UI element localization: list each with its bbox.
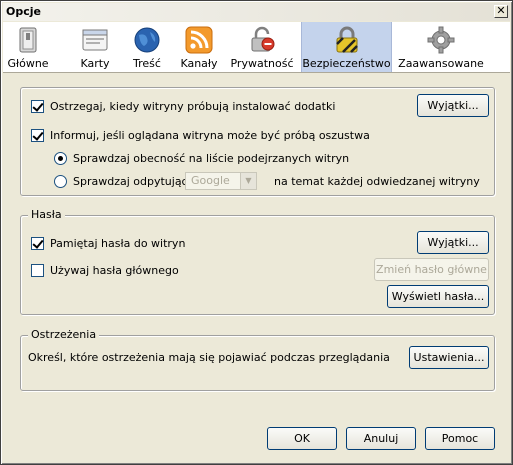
tab-main[interactable]: Główne: [6, 22, 50, 72]
master-password-label: Używaj hasła głównego: [50, 264, 179, 277]
change-master-password-button[interactable]: Zmień hasło główne: [374, 258, 489, 281]
tabs-window-icon: [82, 29, 108, 51]
padlock-icon: [335, 26, 358, 53]
remember-passwords-checkbox[interactable]: [31, 237, 44, 250]
rss-feed-icon: [185, 26, 213, 54]
passwords-group: Hasła Pamiętaj hasła do witryn Wyjątki..…: [20, 208, 495, 315]
close-button[interactable]: ✕: [494, 5, 508, 18]
radio-query-label-before: Sprawdzaj odpytując: [73, 175, 188, 188]
gear-icon: [427, 26, 455, 54]
tab-privacy-label: Prywatność: [230, 57, 294, 70]
tab-tabs-label: Karty: [80, 57, 110, 70]
switch-icon: [19, 27, 37, 53]
provider-select-value: Google: [191, 174, 230, 187]
tab-security[interactable]: Bezpieczeństwo: [301, 22, 392, 72]
preferences-toolbar: Główne Karty Treść Kanały Prywatność Bez…: [3, 22, 510, 73]
tab-privacy[interactable]: Prywatność: [229, 22, 295, 72]
help-button[interactable]: Pomoc: [425, 427, 495, 450]
warnings-group: Ostrzeżenia Określ, które ostrzeżenia ma…: [20, 328, 495, 391]
tab-main-label: Główne: [7, 57, 49, 70]
privacy-mask-icon: [251, 26, 275, 52]
globe-icon: [134, 27, 160, 53]
show-passwords-button[interactable]: Wyświetl hasła...: [387, 285, 489, 308]
master-password-checkbox[interactable]: [31, 264, 44, 277]
ok-button[interactable]: OK: [267, 427, 337, 450]
phishing-label: Informuj, jeśli oglądana witryna może by…: [50, 129, 370, 142]
tab-feeds-label: Kanały: [180, 57, 218, 70]
tab-advanced[interactable]: Zaawansowane: [397, 22, 485, 72]
warnings-settings-button[interactable]: Ustawienia...: [409, 346, 489, 369]
chevron-down-icon: ▼: [240, 173, 256, 189]
phishing-checkbox[interactable]: [31, 129, 44, 142]
radio-query-label-after: na temat każdej odwiedzanej witryny: [274, 175, 480, 188]
warnings-description: Określ, które ostrzeżenia mają się pojaw…: [28, 351, 390, 364]
passwords-exceptions-button[interactable]: Wyjątki...: [417, 231, 489, 254]
tab-content[interactable]: Treść: [125, 22, 169, 72]
warn-addons-checkbox[interactable]: [31, 100, 44, 113]
radio-check-list-label: Sprawdzaj obecność na liście podejrzanyc…: [73, 152, 350, 165]
warn-addons-label: Ostrzegaj, kiedy witryny próbują instalo…: [50, 100, 336, 113]
tab-content-label: Treść: [133, 57, 161, 70]
tab-security-label: Bezpieczeństwo: [302, 57, 391, 70]
provider-select[interactable]: Google ▼: [185, 172, 257, 190]
window-title: Opcje: [6, 5, 41, 18]
security-general-group: Ostrzegaj, kiedy witryny próbują instalo…: [20, 87, 495, 196]
remember-passwords-label: Pamiętaj hasła do witryn: [50, 237, 186, 250]
warnings-legend: Ostrzeżenia: [28, 328, 100, 341]
title-bar: Opcje ✕: [3, 3, 510, 21]
tab-tabs[interactable]: Karty: [73, 22, 117, 72]
cancel-button[interactable]: Anuluj: [346, 427, 416, 450]
addons-exceptions-button[interactable]: Wyjątki...: [417, 94, 489, 117]
tab-advanced-label: Zaawansowane: [398, 57, 484, 70]
options-dialog: Opcje ✕ Główne Karty Treść Kanały Prywat…: [0, 0, 513, 465]
radio-query-provider[interactable]: [54, 175, 67, 188]
passwords-legend: Hasła: [28, 208, 65, 221]
tab-feeds[interactable]: Kanały: [177, 22, 221, 72]
radio-check-list[interactable]: [54, 152, 67, 165]
